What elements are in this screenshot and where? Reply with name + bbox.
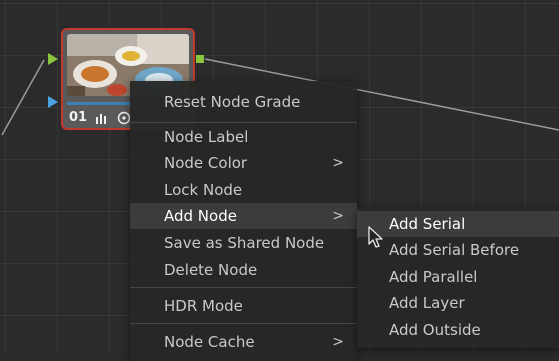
alpha-input-icon[interactable] — [48, 96, 58, 108]
rgb-input-icon[interactable] — [48, 53, 58, 65]
submenu-arrow-icon: > — [332, 334, 344, 350]
menu-item-hdr-mode[interactable]: HDR Mode — [130, 293, 357, 319]
menu-item-save-as-shared-node[interactable]: Save as Shared Node — [130, 230, 357, 256]
menu-item-lock-node[interactable]: Lock Node — [130, 177, 357, 203]
menu-item-label: Add Serial — [389, 215, 466, 233]
menu-item-label: Node Label — [164, 128, 249, 146]
menu-item-label: Add Layer — [389, 294, 465, 312]
menu-item-add-node[interactable]: Add Node > — [130, 203, 357, 229]
menu-item-label: Node Color — [164, 154, 248, 172]
node-context-menu: Reset Node Grade Node Label Node Color > … — [130, 81, 357, 361]
menu-item-label: Delete Node — [164, 261, 258, 279]
menu-item-label: HDR Mode — [164, 297, 243, 315]
node-number: 01 — [69, 110, 88, 125]
menu-separator — [130, 323, 357, 324]
submenu-arrow-icon: > — [332, 208, 344, 224]
menu-item-label: Reset Node Grade — [164, 93, 301, 111]
menu-item-label: Add Parallel — [389, 268, 478, 286]
menu-item-node-cache[interactable]: Node Cache > — [130, 329, 357, 355]
menu-item-label: Node Cache — [164, 333, 255, 351]
menu-item-reset-node-grade[interactable]: Reset Node Grade — [130, 89, 357, 115]
rgb-output-icon[interactable] — [196, 55, 204, 63]
submenu-item-add-layer[interactable]: Add Layer — [357, 290, 559, 316]
submenu-item-add-outside[interactable]: Add Outside — [357, 317, 559, 343]
menu-item-label: Add Outside — [389, 321, 481, 339]
menu-item-label: Lock Node — [164, 181, 243, 199]
submenu-item-add-serial-before[interactable]: Add Serial Before — [357, 237, 559, 263]
circle-target-icon — [117, 111, 131, 124]
menu-separator — [130, 122, 357, 123]
submenu-item-add-serial[interactable]: Add Serial — [357, 211, 559, 237]
menu-item-label: Add Node — [164, 207, 237, 225]
bars-icon — [96, 113, 107, 124]
mouse-pointer-icon — [368, 226, 383, 248]
menu-item-node-label[interactable]: Node Label — [130, 124, 357, 150]
menu-item-label: Save as Shared Node — [164, 234, 325, 252]
menu-separator — [130, 287, 357, 288]
menu-item-label: Add Serial Before — [389, 241, 520, 259]
submenu-arrow-icon: > — [332, 155, 344, 171]
menu-item-delete-node[interactable]: Delete Node — [130, 257, 357, 283]
add-node-submenu: Add Serial Add Serial Before Add Paralle… — [357, 208, 559, 348]
input-wire — [1, 59, 45, 136]
submenu-item-add-parallel[interactable]: Add Parallel — [357, 264, 559, 290]
menu-item-node-color[interactable]: Node Color > — [130, 150, 357, 176]
